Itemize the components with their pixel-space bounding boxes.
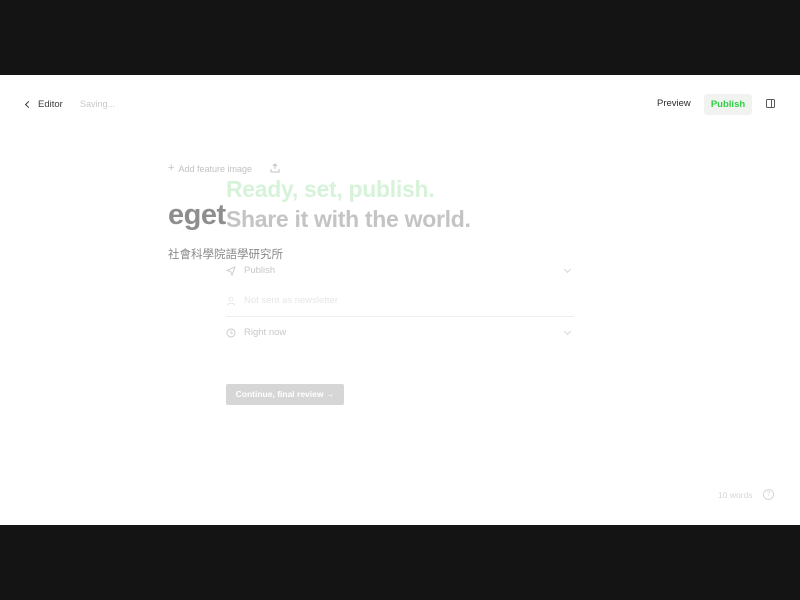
post-title[interactable]: eget bbox=[168, 199, 226, 232]
help-icon[interactable]: ? bbox=[763, 489, 774, 500]
preview-button[interactable]: Preview bbox=[649, 94, 699, 114]
plus-icon: + bbox=[168, 162, 175, 174]
publish-button[interactable]: Publish bbox=[704, 94, 752, 115]
chevron-left-icon bbox=[24, 100, 33, 108]
user-icon bbox=[226, 296, 236, 306]
chevron-down-icon bbox=[563, 265, 572, 274]
newsletter-option: Not sent as newsletter bbox=[226, 285, 574, 317]
back-to-editor-button[interactable]: Editor bbox=[24, 97, 63, 111]
add-feature-image-button[interactable]: + Add feature image bbox=[168, 163, 252, 174]
schedule-option[interactable]: Right now bbox=[226, 317, 574, 348]
schedule-label: Right now bbox=[244, 327, 287, 338]
continue-final-review-button[interactable]: Continue, final review → bbox=[226, 384, 344, 405]
editor-screen: Editor Saving... Preview Publish + Add f… bbox=[0, 75, 800, 525]
publish-type-label: Publish bbox=[244, 265, 276, 276]
publish-hero-subheading: Share it with the world. bbox=[226, 206, 471, 232]
publish-type-option[interactable]: Publish bbox=[226, 255, 574, 286]
sidebar-toggle-icon[interactable] bbox=[766, 99, 775, 108]
clock-icon bbox=[226, 328, 236, 337]
paper-plane-icon bbox=[226, 265, 236, 276]
upload-icon[interactable] bbox=[270, 163, 280, 173]
save-status: Saving... bbox=[80, 99, 116, 109]
chevron-down-icon bbox=[563, 327, 572, 336]
publish-hero-heading: Ready, set, publish. bbox=[226, 176, 435, 202]
editor-topbar: Editor Saving... Preview Publish bbox=[0, 75, 800, 133]
back-label: Editor bbox=[38, 98, 63, 110]
add-feature-image-label: Add feature image bbox=[178, 163, 252, 174]
newsletter-label: Not sent as newsletter bbox=[244, 295, 338, 306]
word-count: 10 words bbox=[718, 490, 753, 500]
